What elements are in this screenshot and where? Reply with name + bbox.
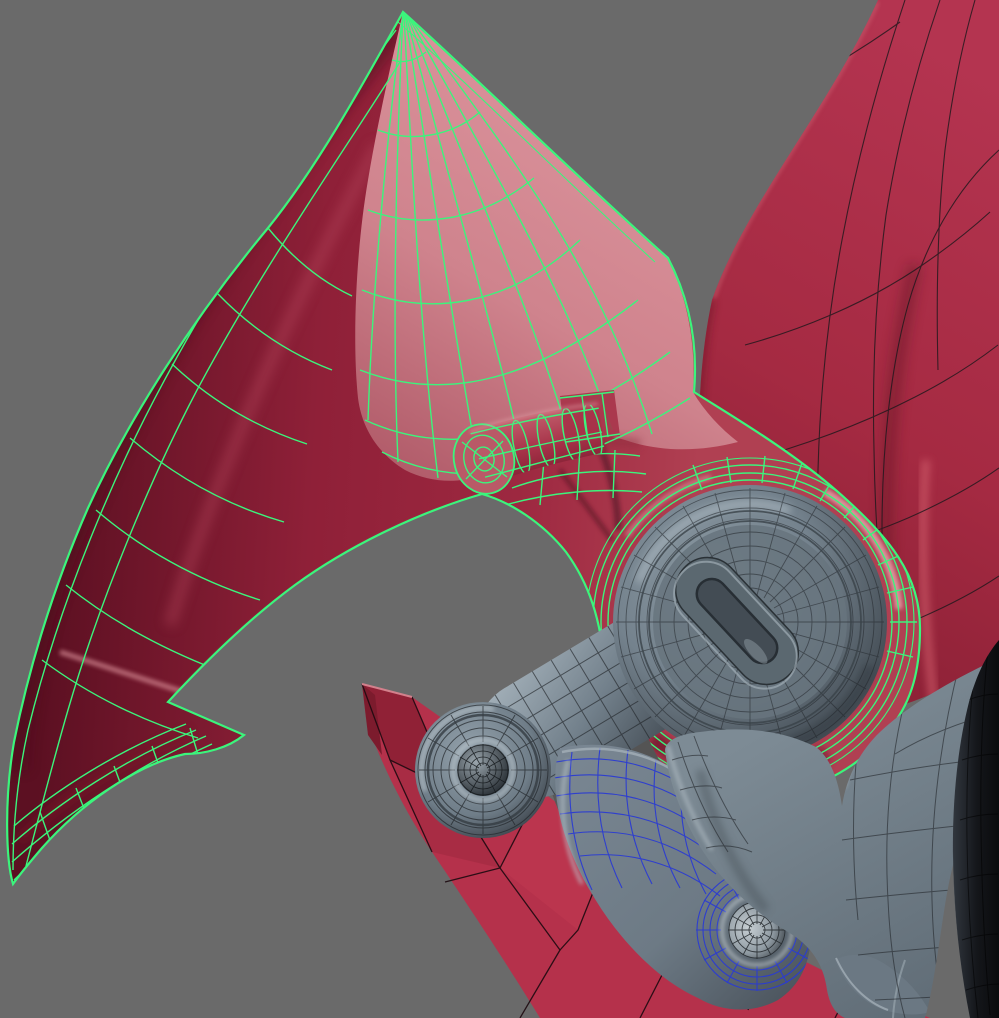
viewport-canvas[interactable] — [0, 0, 999, 1018]
arm-boss — [415, 702, 551, 838]
viewport[interactable] — [0, 0, 999, 1018]
mesh-knuckle[interactable] — [613, 485, 887, 759]
